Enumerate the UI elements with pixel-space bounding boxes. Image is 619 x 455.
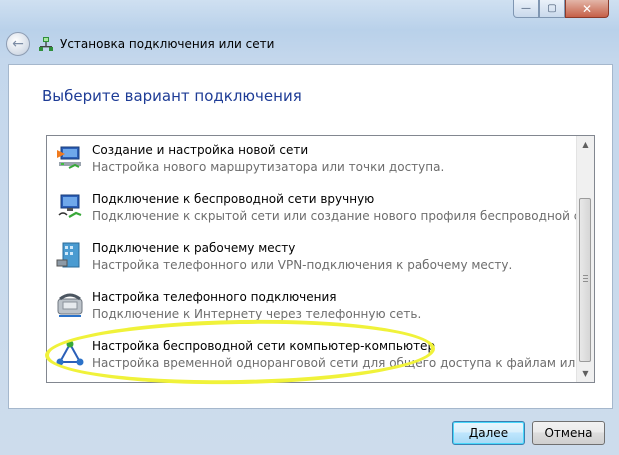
option-adhoc[interactable]: Настройка беспроводной сети компьютер-ко… <box>55 332 594 376</box>
option-description: Настройка нового маршрутизатора или точк… <box>92 160 445 174</box>
option-title: Создание и настройка новой сети <box>92 143 309 157</box>
network-globe-icon <box>39 37 53 51</box>
dialog-content: Выберите вариант подключения Создание и … <box>8 64 613 409</box>
list-scrollbar[interactable]: ▲ ▼ <box>576 136 594 382</box>
next-button[interactable]: Далее <box>452 421 525 445</box>
option-wireless-manual[interactable]: Подключение к беспроводной сети вручную … <box>55 185 594 229</box>
adhoc-network-icon <box>56 340 84 366</box>
title-bar: ← Установка подключения или сети <box>0 24 619 64</box>
back-arrow-icon: ← <box>12 36 24 52</box>
option-dialup[interactable]: Настройка телефонного подключения Подклю… <box>55 283 565 327</box>
option-title: Настройка беспроводной сети компьютер-ко… <box>92 339 436 353</box>
window-controls: — ▢ ✕ <box>513 0 609 20</box>
window-title: Установка подключения или сети <box>60 37 275 51</box>
close-button[interactable]: ✕ <box>565 0 609 18</box>
window-frame: — ▢ ✕ ← Установка подключения или сети В… <box>0 0 619 455</box>
workplace-icon <box>56 242 80 268</box>
option-new-network[interactable]: Создание и настройка новой сети Настройк… <box>55 136 565 180</box>
option-description: Настройка временной одноранговой сети дл… <box>92 356 595 370</box>
option-description: Настройка телефонного или VPN-подключени… <box>92 258 513 272</box>
minimize-button[interactable]: — <box>513 0 539 18</box>
dialup-phone-icon <box>57 293 83 317</box>
cancel-button[interactable]: Отмена <box>532 421 605 445</box>
scroll-up-arrow-icon[interactable]: ▲ <box>577 136 594 153</box>
scroll-down-arrow-icon[interactable]: ▼ <box>577 365 594 382</box>
connection-options-list[interactable]: Создание и настройка новой сети Настройк… <box>46 135 595 383</box>
option-title: Подключение к беспроводной сети вручную <box>92 192 375 206</box>
option-description: Подключение к скрытой сети или создание … <box>92 209 595 223</box>
maximize-button[interactable]: ▢ <box>539 0 565 18</box>
page-heading: Выберите вариант подключения <box>42 87 302 105</box>
network-setup-icon <box>57 146 81 169</box>
option-title: Настройка телефонного подключения <box>92 290 337 304</box>
option-workplace[interactable]: Подключение к рабочему месту Настройка т… <box>55 234 565 278</box>
back-button[interactable]: ← <box>6 32 30 56</box>
wireless-manual-icon <box>58 194 82 218</box>
option-title: Подключение к рабочему месту <box>92 241 296 255</box>
option-description: Подключение к Интернету через телефонную… <box>92 307 422 321</box>
scroll-thumb[interactable] <box>579 198 591 362</box>
